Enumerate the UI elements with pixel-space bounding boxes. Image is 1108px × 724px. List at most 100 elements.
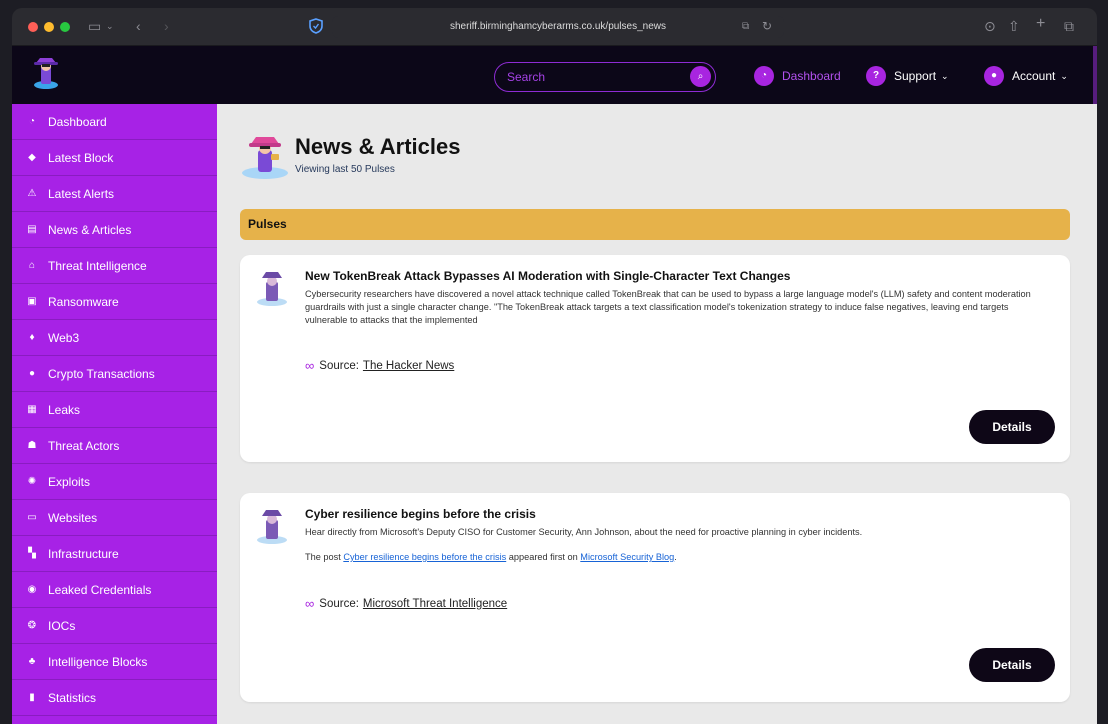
privacy-shield-icon[interactable] xyxy=(309,18,323,34)
nav-support-label: Support xyxy=(894,69,937,83)
sidebar-item-exploits[interactable]: ✺ Exploits xyxy=(12,464,217,500)
sheriff-logo[interactable] xyxy=(32,54,60,90)
address-bar-url: sheriff.birminghamcyberarms.co.uk/pulses… xyxy=(449,21,666,32)
database-icon: ▦ xyxy=(27,404,37,415)
page-title: News & Articles xyxy=(295,134,461,159)
sidebar-item-latest-alerts[interactable]: ⚠ Latest Alerts xyxy=(12,176,217,212)
sidebar-item-label: Websites xyxy=(48,510,98,525)
pulse-card: New TokenBreak Attack Bypasses AI Modera… xyxy=(240,255,1070,462)
search-placeholder: Search xyxy=(507,70,546,84)
lock-icon: ▣ xyxy=(27,296,37,307)
pulse-title[interactable]: New TokenBreak Attack Bypasses AI Modera… xyxy=(305,269,790,283)
main-content: News & Articles Viewing last 50 Pulses P… xyxy=(217,104,1097,724)
broadcast-icon: ⚠ xyxy=(27,188,37,199)
sidebar-item-leaked-credentials[interactable]: ◉ Leaked Credentials xyxy=(12,572,217,608)
sidebar-item-statistics[interactable]: ▮ Statistics xyxy=(12,680,217,716)
sidebar-item-label: Dashboard xyxy=(48,114,107,129)
pulse-avatar-icon xyxy=(257,510,287,544)
close-window-button[interactable] xyxy=(28,22,38,32)
virus-icon: ✺ xyxy=(27,476,37,487)
post-article-link[interactable]: Cyber resilience begins before the crisi… xyxy=(343,552,506,562)
search-input[interactable]: Search ⌕ xyxy=(494,62,716,92)
sidebar-item-threat-intelligence[interactable]: ⌂ Threat Intelligence xyxy=(12,248,217,284)
pulse-description: Hear directly from Microsoft's Deputy CI… xyxy=(305,527,863,537)
zoom-window-button[interactable] xyxy=(60,22,70,32)
reload-icon[interactable]: ↻ xyxy=(762,17,772,35)
help-icon: ? xyxy=(866,66,886,86)
fingerprint-icon: ❂ xyxy=(27,620,37,631)
forward-icon[interactable]: › xyxy=(164,17,169,35)
sidebar-item-label: Infrastructure xyxy=(48,546,119,561)
link-icon: ∞ xyxy=(305,358,315,373)
sidebar-item-label: Web3 xyxy=(48,330,80,345)
newspaper-icon: ▤ xyxy=(27,224,37,235)
chevron-down-icon: ⌄ xyxy=(941,70,949,81)
sidebar-item-threat-actors[interactable]: ☗ Threat Actors xyxy=(12,428,217,464)
sidebar-item-label: Threat Actors xyxy=(48,438,120,453)
sidebar-item-label: IOCs xyxy=(48,618,76,633)
sidebar-item-label: Latest Block xyxy=(48,150,114,165)
sidebar-item-intelligence-blocks[interactable]: ♣ Intelligence Blocks xyxy=(12,644,217,680)
eye-icon: ◉ xyxy=(27,584,37,595)
sidebar-item-news-articles[interactable]: ▤ News & Articles xyxy=(12,212,217,248)
ethereum-icon: ♦ xyxy=(29,332,35,343)
link-icon: ∞ xyxy=(305,596,315,611)
sidebar-item-label: Intelligence Blocks xyxy=(48,654,148,669)
sidebar: ◔ Dashboard ◆ Latest Block ⚠ Latest Alerts … xyxy=(12,104,217,724)
scrollbar-edge xyxy=(1093,46,1097,104)
sidebar-toggle-icon[interactable]: ▭ xyxy=(88,17,101,35)
minimize-window-button[interactable] xyxy=(44,22,54,32)
section-header-pulses: Pulses xyxy=(240,209,1070,240)
pulse-title[interactable]: Cyber resilience begins before the crisi… xyxy=(305,507,536,521)
details-button[interactable]: Details xyxy=(969,648,1055,682)
source-link[interactable]: The Hacker News xyxy=(363,360,454,372)
nav-dashboard[interactable]: ◔ Dashboard xyxy=(754,65,841,87)
sidebar-item-label: Exploits xyxy=(48,474,91,489)
new-tab-icon[interactable]: + xyxy=(1036,15,1045,33)
search-icon[interactable]: ⌕ xyxy=(690,66,711,87)
sheriff-mascot-image xyxy=(242,137,288,179)
app-header: Search ⌕ ◔ Dashboard ? Support ⌄ ● Accou… xyxy=(12,46,1097,104)
nav-support[interactable]: ? Support ⌄ xyxy=(866,65,949,87)
network-icon: ▚ xyxy=(28,548,36,559)
nav-account-label: Account xyxy=(1012,69,1056,83)
landmark-icon: ⌂ xyxy=(28,260,36,271)
sidebar-item-infrastructure[interactable]: ▚ Infrastructure xyxy=(12,536,217,572)
coin-icon: ● xyxy=(28,368,36,379)
sidebar-item-dashboard[interactable]: ◔ Dashboard xyxy=(12,104,217,140)
browser-window: ▭ ⌄ ‹ › sheriff.birminghamcyberarms.co.u… xyxy=(12,8,1097,724)
browser-toolbar: ▭ ⌄ ‹ › sheriff.birminghamcyberarms.co.u… xyxy=(12,8,1097,46)
laptop-icon: ▭ xyxy=(27,512,37,523)
sidebar-item-label: Crypto Transactions xyxy=(48,366,155,381)
nav-dashboard-label: Dashboard xyxy=(782,69,841,83)
address-bar[interactable]: sheriff.birminghamcyberarms.co.uk/pulses… xyxy=(332,16,784,38)
sidebar-item-label: Ransomware xyxy=(48,294,119,309)
sidebar-item-leaks[interactable]: ▦ Leaks xyxy=(12,392,217,428)
download-icon[interactable]: ⊙ xyxy=(984,17,996,35)
nav-account[interactable]: ● Account ⌄ xyxy=(984,65,1068,87)
sidebar-item-ransomware[interactable]: ▣ Ransomware xyxy=(12,284,217,320)
sidebar-item-crypto-transactions[interactable]: ● Crypto Transactions xyxy=(12,356,217,392)
tab-overview-icon[interactable]: ⧉ xyxy=(1064,17,1074,35)
pulse-source: ∞ Source: The Hacker News xyxy=(305,358,454,373)
chevron-down-icon[interactable]: ⌄ xyxy=(106,17,114,35)
post-blog-link[interactable]: Microsoft Security Blog xyxy=(580,552,674,562)
sidebar-item-iocs[interactable]: ❂ IOCs xyxy=(12,608,217,644)
back-icon[interactable]: ‹ xyxy=(136,17,141,35)
post-prefix: The post xyxy=(305,552,341,562)
details-button[interactable]: Details xyxy=(969,410,1055,444)
translate-icon[interactable]: ⧉ xyxy=(742,18,749,36)
dashboard-icon: ◔ xyxy=(754,66,774,86)
source-link[interactable]: Microsoft Threat Intelligence xyxy=(363,598,507,610)
share-icon[interactable]: ⇧ xyxy=(1008,17,1020,35)
pulse-description: Cybersecurity researchers have discovere… xyxy=(305,289,1031,325)
sidebar-item-label: Statistics xyxy=(48,690,97,705)
spy-icon: ☗ xyxy=(27,440,37,451)
sidebar-item-websites[interactable]: ▭ Websites xyxy=(12,500,217,536)
pulse-source: ∞ Source: Microsoft Threat Intelligence xyxy=(305,596,507,611)
post-middle: appeared first on xyxy=(508,552,578,562)
source-label: Source: xyxy=(319,359,359,372)
sidebar-item-web3[interactable]: ♦ Web3 xyxy=(12,320,217,356)
sidebar-item-latest-block[interactable]: ◆ Latest Block xyxy=(12,140,217,176)
pulse-post-line: The post Cyber resilience begins before … xyxy=(305,552,677,562)
